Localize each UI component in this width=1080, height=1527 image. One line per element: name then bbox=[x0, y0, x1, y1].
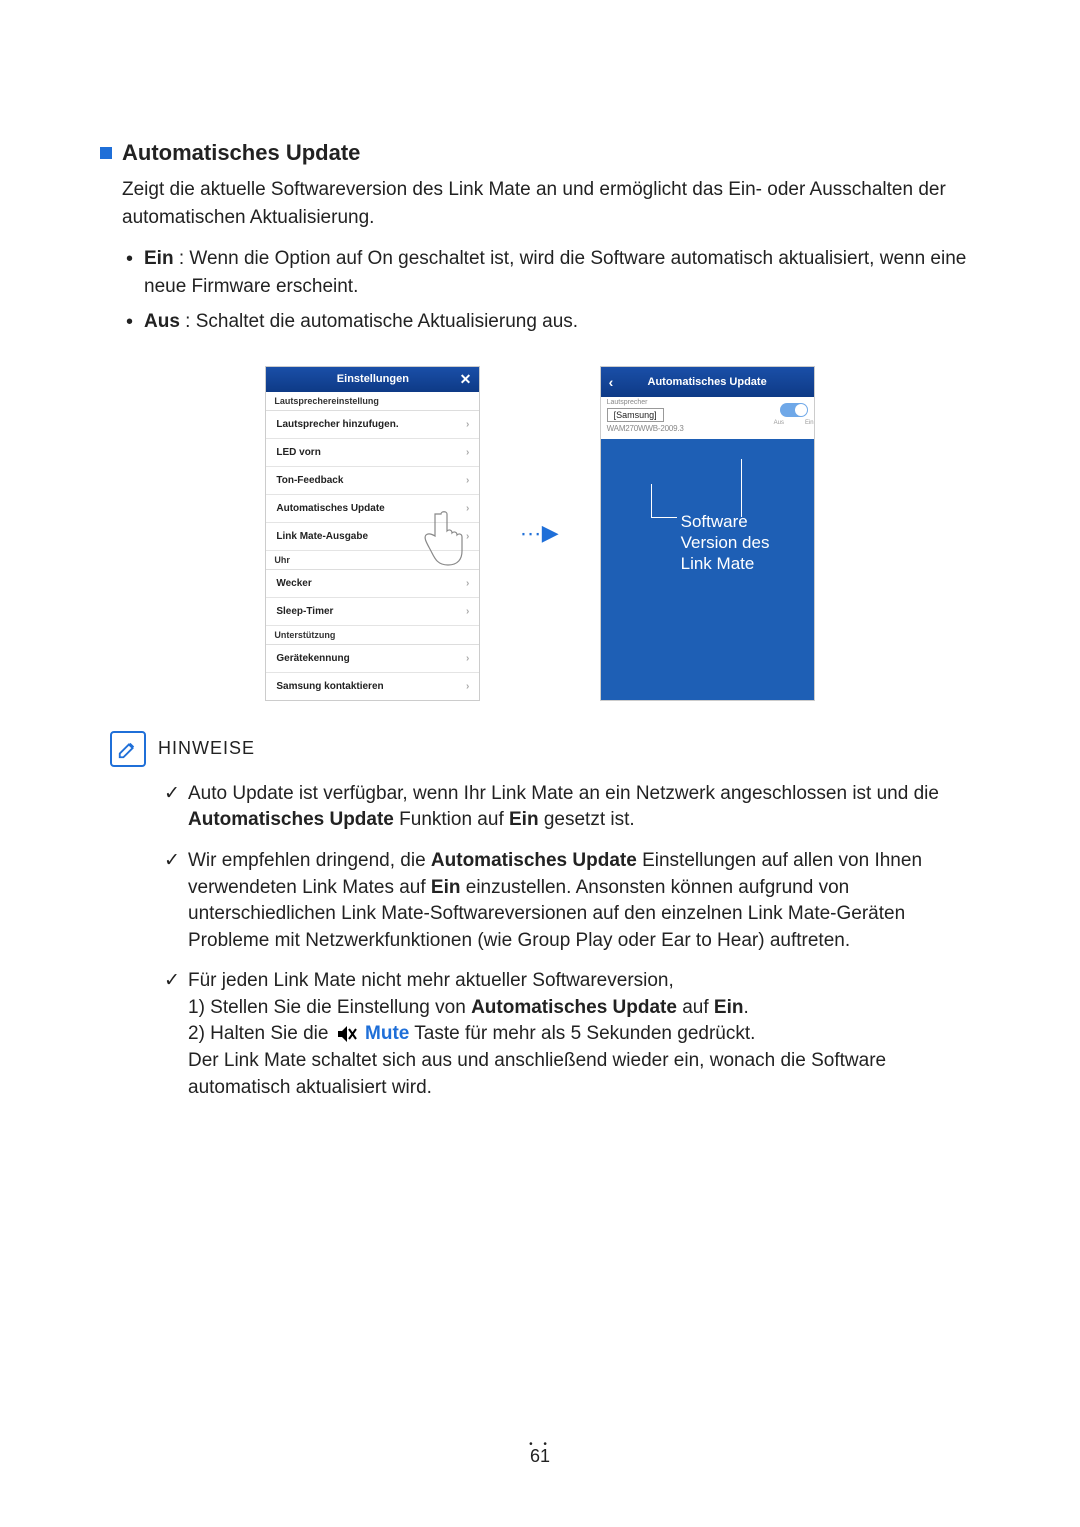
version-annotation: Software Version des Link Mate bbox=[681, 511, 770, 575]
mute-icon bbox=[336, 1025, 358, 1043]
square-bullet-icon bbox=[100, 147, 112, 159]
row-tone-label: Ton-Feedback bbox=[276, 475, 343, 486]
annot-line-3: Link Mate bbox=[681, 553, 770, 574]
auto-update-toggle[interactable]: Aus Ein bbox=[780, 403, 808, 417]
speaker-name: [Samsung] bbox=[607, 408, 664, 422]
note-3-step-2: 2) Halten Sie die Mute Taste für mehr al… bbox=[188, 1021, 990, 1048]
mute-label: Mute bbox=[365, 1023, 409, 1044]
row-device-id-label: Gerätekennung bbox=[276, 653, 349, 664]
row-add-speaker-label: Lautsprecher hinzufugen. bbox=[276, 419, 398, 430]
bullet-aus: Aus : Schaltet die automatische Aktualis… bbox=[122, 308, 990, 336]
row-contact[interactable]: Samsung kontaktieren › bbox=[266, 673, 479, 700]
heading-text: Automatisches Update bbox=[122, 140, 360, 166]
toggle-off-label: Aus bbox=[774, 420, 784, 426]
callout-line-icon bbox=[651, 484, 677, 518]
intro-text: Zeigt die aktuelle Softwareversion des L… bbox=[122, 176, 990, 231]
annot-line-1: Software bbox=[681, 511, 770, 532]
note-3: Für jeden Link Mate nicht mehr aktueller… bbox=[164, 968, 990, 1101]
auto-update-titlebar: ‹ Automatisches Update bbox=[601, 367, 814, 397]
row-output-label: Link Mate-Ausgabe bbox=[276, 531, 368, 542]
chevron-right-icon: › bbox=[466, 578, 469, 589]
notes-icon bbox=[110, 731, 146, 767]
row-sleep-label: Sleep-Timer bbox=[276, 606, 333, 617]
toggle-on-label: Ein bbox=[805, 420, 814, 426]
note-3-lead: Für jeden Link Mate nicht mehr aktueller… bbox=[188, 970, 674, 991]
annot-line-2: Version des bbox=[681, 532, 770, 553]
chevron-right-icon: › bbox=[466, 681, 469, 692]
bullet-ein-text: : Wenn die Option auf On geschaltet ist,… bbox=[144, 248, 966, 297]
section-heading: Automatisches Update bbox=[100, 140, 990, 166]
bullet-aus-label: Aus bbox=[144, 311, 180, 332]
note-3-step-1: 1) Stellen Sie die Einstellung von Autom… bbox=[188, 995, 990, 1022]
speaker-section-label: Lautsprecher bbox=[607, 399, 808, 406]
note-2: Wir empfehlen dringend, die Automatische… bbox=[164, 848, 990, 954]
chevron-right-icon: › bbox=[466, 447, 469, 458]
bullet-aus-text: : Schaltet die automatische Aktualisieru… bbox=[180, 311, 578, 332]
bullet-ein: Ein : Wenn die Option auf On geschaltet … bbox=[122, 245, 990, 300]
notes-heading: HINWEISE bbox=[158, 738, 255, 759]
bullet-ein-label: Ein bbox=[144, 248, 174, 269]
chevron-right-icon: › bbox=[466, 419, 469, 430]
row-led[interactable]: LED vorn › bbox=[266, 439, 479, 467]
hand-pointer-icon bbox=[415, 506, 475, 576]
auto-update-body: Software Version des Link Mate bbox=[601, 439, 814, 700]
note-3-tail: Der Link Mate schaltet sich aus und ansc… bbox=[188, 1048, 990, 1101]
callout-line-icon bbox=[741, 459, 742, 517]
row-device-id[interactable]: Gerätekennung › bbox=[266, 645, 479, 673]
row-add-speaker[interactable]: Lautsprecher hinzufugen. › bbox=[266, 411, 479, 439]
section-speaker: Lautsprechereinstellung bbox=[266, 392, 479, 411]
back-icon[interactable]: ‹ bbox=[609, 374, 614, 390]
row-alarm-label: Wecker bbox=[276, 578, 311, 589]
chevron-right-icon: › bbox=[466, 606, 469, 617]
auto-update-title: Automatisches Update bbox=[648, 376, 767, 388]
page-number: • • 61 bbox=[0, 1439, 1080, 1467]
settings-titlebar: Einstellungen ✕ bbox=[266, 367, 479, 392]
speaker-info: Lautsprecher [Samsung] WAM270WWB-2009.3 … bbox=[601, 397, 814, 439]
screenshot-auto-update: ‹ Automatisches Update Lautsprecher [Sam… bbox=[600, 366, 815, 701]
note-1: Auto Update ist verfügbar, wenn Ihr Link… bbox=[164, 781, 990, 834]
chevron-right-icon: › bbox=[466, 653, 469, 664]
row-auto-update-label: Automatisches Update bbox=[276, 503, 384, 514]
row-sleep[interactable]: Sleep-Timer › bbox=[266, 598, 479, 626]
arrow-icon: ∙∙∙▶ bbox=[520, 366, 559, 701]
row-tone[interactable]: Ton-Feedback › bbox=[266, 467, 479, 495]
page-number-value: 61 bbox=[530, 1446, 550, 1466]
row-contact-label: Samsung kontaktieren bbox=[276, 681, 383, 692]
row-led-label: LED vorn bbox=[276, 447, 320, 458]
section-support: Unterstützung bbox=[266, 626, 479, 645]
close-icon[interactable]: ✕ bbox=[460, 371, 472, 388]
settings-title: Einstellungen bbox=[337, 373, 409, 385]
chevron-right-icon: › bbox=[466, 475, 469, 486]
